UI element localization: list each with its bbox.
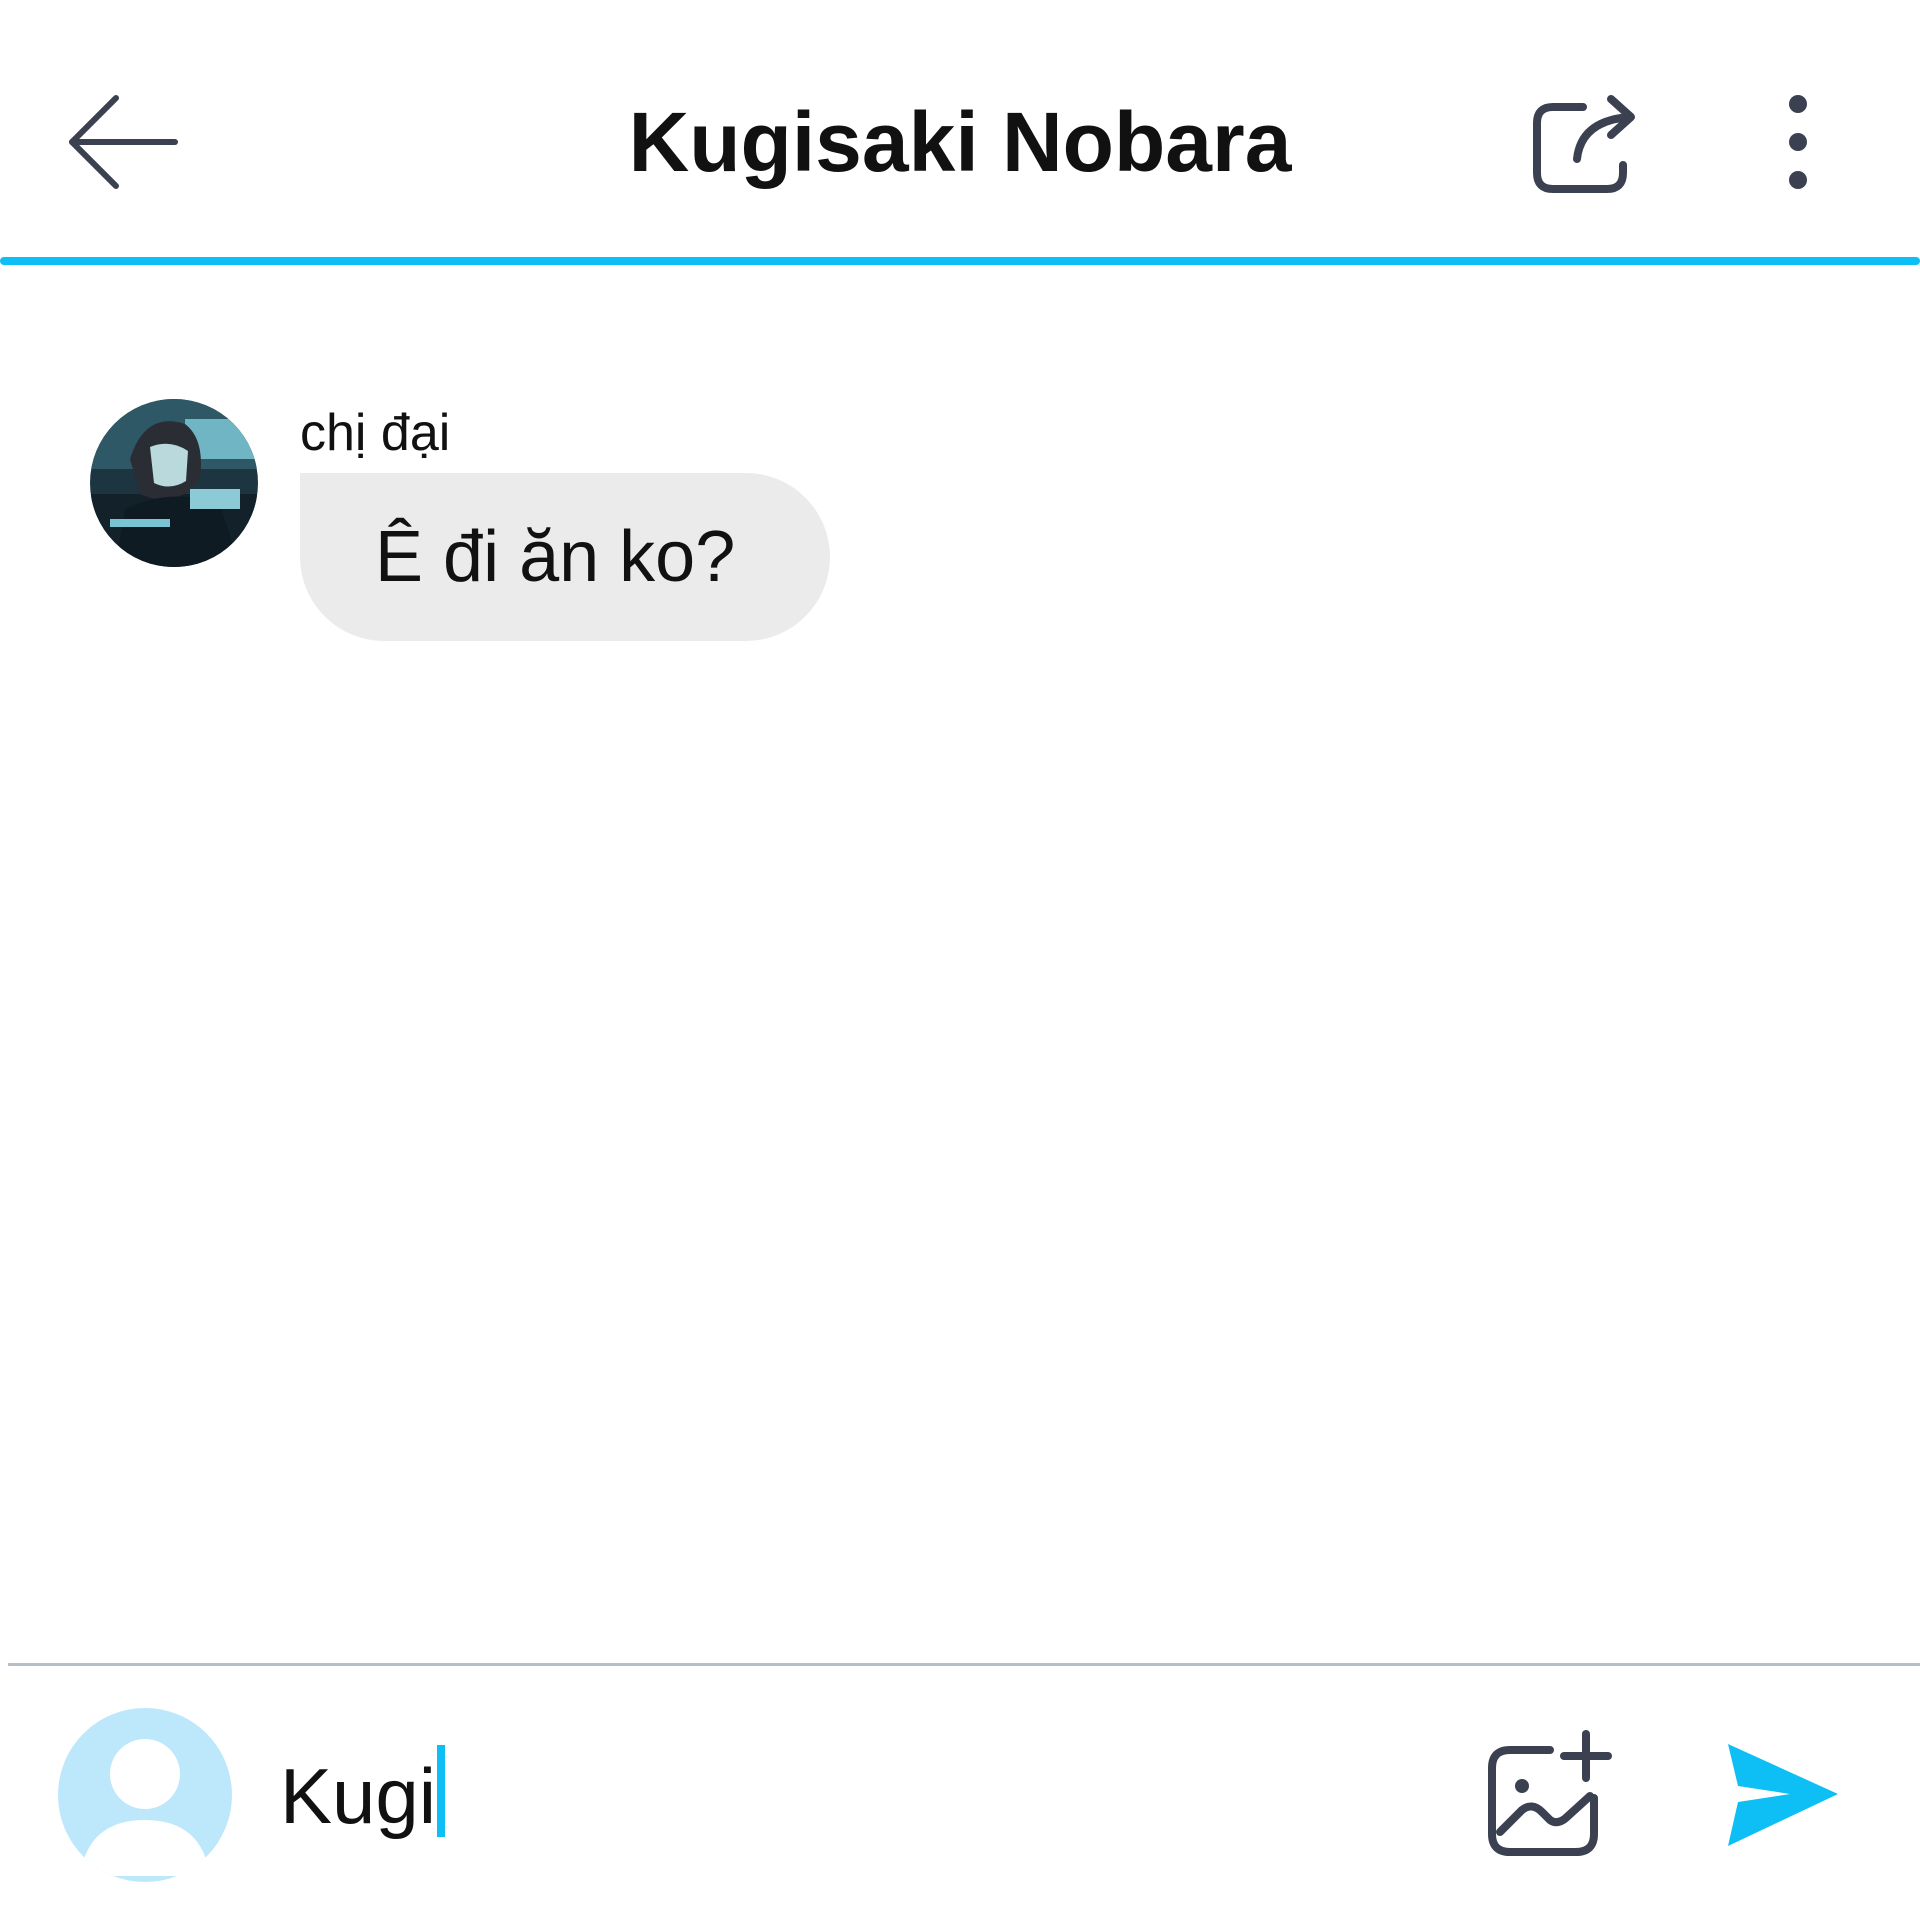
message-composer: Kugi	[0, 1666, 1920, 1920]
contact-avatar[interactable]	[90, 399, 258, 567]
sender-name: chị đại	[300, 404, 451, 462]
share-icon	[1533, 95, 1635, 193]
more-options-button[interactable]	[1760, 85, 1840, 200]
header-accent-line	[0, 257, 1920, 265]
text-caret	[437, 1745, 446, 1837]
send-button[interactable]	[1720, 1734, 1845, 1859]
more-vertical-icon	[1789, 95, 1807, 189]
message-bubble[interactable]: Ê đi ăn ko?	[300, 473, 831, 641]
default-user-avatar-icon	[58, 1708, 232, 1882]
avatar-illustration	[90, 399, 258, 567]
chat-header: Kugisaki Nobara	[0, 0, 1920, 265]
message-input-text: Kugi	[280, 1752, 437, 1840]
add-image-button[interactable]	[1480, 1726, 1620, 1861]
message-input[interactable]: Kugi	[280, 1736, 1380, 1856]
add-image-icon	[1488, 1730, 1612, 1856]
send-icon	[1728, 1744, 1838, 1846]
chat-screen: Kugisaki Nobara chị đại Ê đi ăn ko? Kugi	[0, 0, 1920, 1920]
message-text: Ê đi ăn ko?	[375, 517, 736, 597]
user-avatar[interactable]	[58, 1708, 232, 1882]
share-button[interactable]	[1525, 85, 1650, 200]
